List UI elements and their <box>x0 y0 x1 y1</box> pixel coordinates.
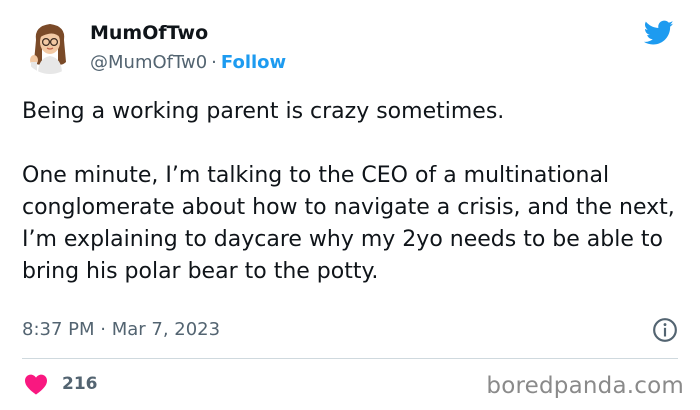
twitter-bird-icon[interactable] <box>644 20 674 46</box>
boredpanda-watermark: boredpanda.com <box>486 373 684 399</box>
info-icon[interactable] <box>652 317 678 343</box>
author-identity: MumOfTwo @MumOfTw0 · Follow <box>90 20 286 76</box>
author-handle-row: @MumOfTw0 · Follow <box>90 50 286 76</box>
separator-dot: · <box>211 52 217 73</box>
bitmoji-avatar-icon <box>22 18 78 74</box>
like-count: 216 <box>62 374 98 394</box>
divider <box>22 358 678 359</box>
heart-icon[interactable] <box>24 373 48 395</box>
avatar[interactable] <box>22 18 78 74</box>
author-display-name[interactable]: MumOfTwo <box>90 20 286 46</box>
like-action[interactable]: 216 <box>24 368 98 400</box>
tweet-text: Being a working parent is crazy sometime… <box>22 99 675 284</box>
tweet-header: MumOfTwo @MumOfTw0 · Follow <box>22 14 678 84</box>
author-handle[interactable]: @MumOfTw0 <box>90 52 207 73</box>
follow-button[interactable]: Follow <box>221 52 286 73</box>
tweet-card: MumOfTwo @MumOfTw0 · Follow Being a workin… <box>0 0 700 410</box>
tweet-meta-row: 8:37 PM · Mar 7, 2023 <box>22 314 678 346</box>
tweet-timestamp[interactable]: 8:37 PM · Mar 7, 2023 <box>22 319 220 340</box>
